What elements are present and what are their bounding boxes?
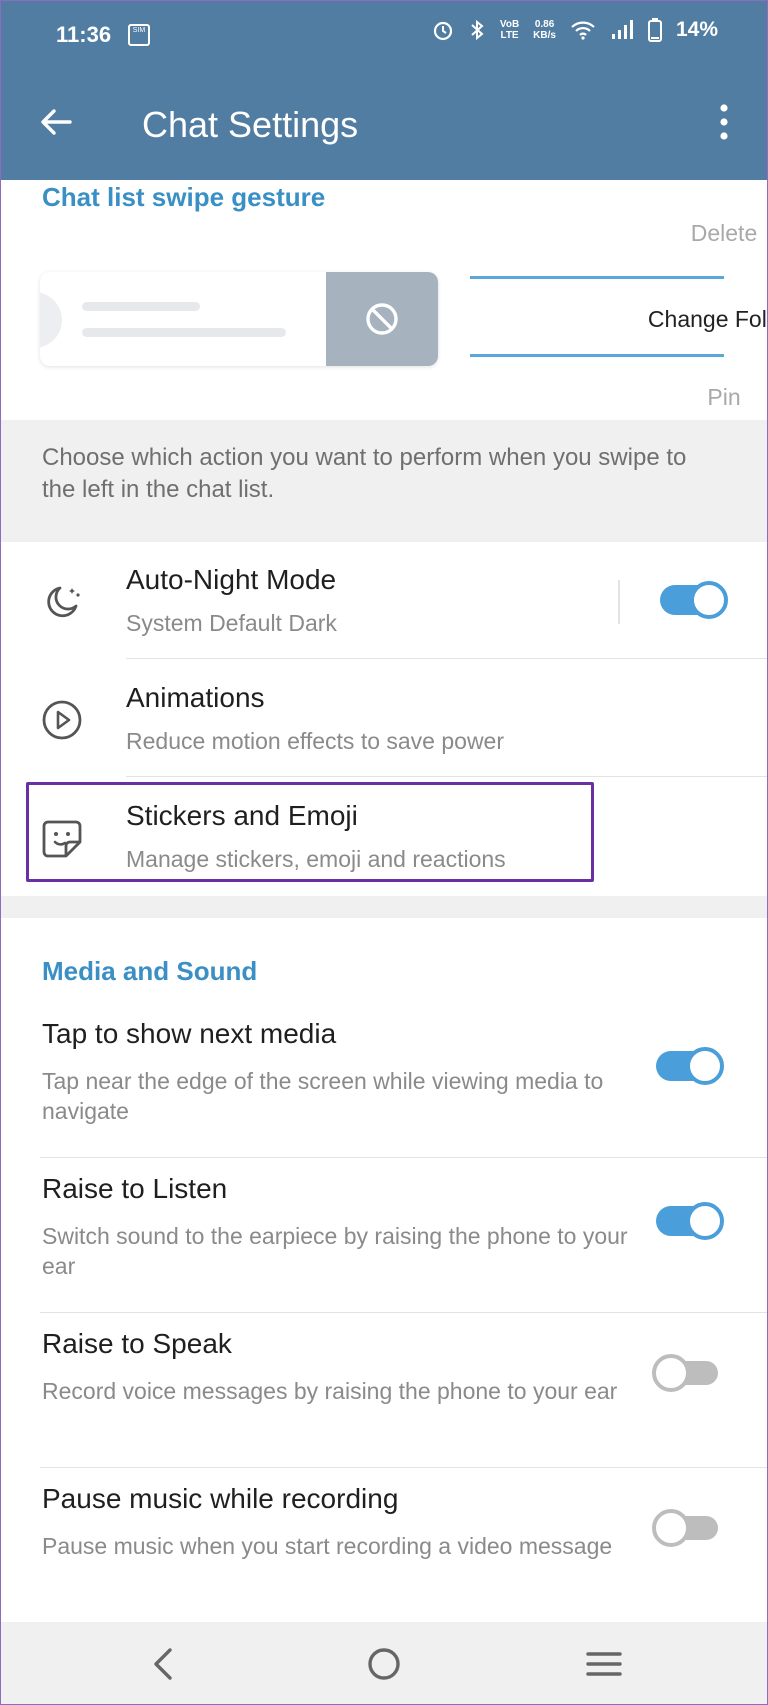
- section-header-media: Media and Sound: [42, 956, 258, 986]
- swipe-action-picker[interactable]: Delete Change Folder Pin: [470, 220, 768, 410]
- bluetooth-icon: [471, 19, 484, 41]
- battery-icon: [647, 18, 662, 42]
- battery-percent: 14%: [675, 18, 718, 41]
- block-icon: [366, 303, 398, 335]
- divider: [126, 658, 768, 659]
- toggle-knob: [686, 1047, 724, 1085]
- divider: [40, 1157, 768, 1158]
- divider: [126, 776, 768, 777]
- preview-line: [82, 302, 200, 311]
- nav-recents-icon[interactable]: [582, 1642, 626, 1686]
- highlight-annotation: [26, 782, 594, 882]
- row-title: Raise to Listen: [42, 1173, 228, 1204]
- net-speed: 0.86 KB/s: [533, 19, 556, 41]
- row-raise-to-listen[interactable]: Raise to Listen Switch sound to the earp…: [0, 1167, 768, 1321]
- play-circle-icon: [42, 700, 82, 740]
- raise-to-speak-toggle[interactable]: [652, 1354, 718, 1392]
- swipe-gesture-section: Chat list swipe gesture Delete Change Fo…: [0, 180, 768, 420]
- toggle-knob: [690, 581, 728, 619]
- alarm-icon: [433, 21, 453, 41]
- preview-line: [82, 328, 286, 337]
- row-pause-music[interactable]: Pause music while recording Pause music …: [0, 1477, 768, 1631]
- row-title: Animations: [126, 682, 265, 713]
- row-subtitle: Switch sound to the earpiece by raising …: [42, 1223, 628, 1279]
- volte-line1: VoB: [499, 19, 520, 30]
- back-arrow-icon[interactable]: [36, 102, 76, 142]
- nav-back-icon[interactable]: [142, 1642, 186, 1686]
- sim-icon: SIM: [128, 24, 150, 46]
- row-raise-to-speak[interactable]: Raise to Speak Record voice messages by …: [0, 1322, 768, 1476]
- row-title: Raise to Speak: [42, 1328, 232, 1359]
- divider: [40, 1467, 768, 1468]
- toggle-knob: [652, 1509, 690, 1547]
- pause-music-toggle[interactable]: [652, 1509, 718, 1547]
- row-title: Pause music while recording: [42, 1483, 399, 1514]
- picker-divider: [470, 276, 724, 279]
- nav-home-icon[interactable]: [362, 1642, 406, 1686]
- row-title: Auto-Night Mode: [126, 564, 337, 595]
- page-title: Chat Settings: [142, 104, 359, 145]
- row-subtitle: Pause music when you start recording a v…: [42, 1533, 613, 1559]
- media-sound-section: Media and Sound Tap to show next media T…: [0, 918, 768, 1622]
- raise-to-listen-toggle[interactable]: [656, 1202, 724, 1240]
- row-subtitle: Record voice messages by raising the pho…: [42, 1378, 618, 1404]
- system-nav-bar: [0, 1622, 768, 1705]
- preview-avatar: [40, 292, 62, 348]
- toggle-knob: [686, 1202, 724, 1240]
- row-animations[interactable]: Animations Reduce motion effects to save…: [0, 660, 768, 778]
- divider: [40, 1312, 768, 1313]
- row-subtitle: Tap near the edge of the screen while vi…: [42, 1068, 604, 1124]
- app-bar: Chat Settings: [0, 72, 768, 180]
- net-speed-value: 0.86: [534, 19, 555, 30]
- preview-swipe-action: [326, 272, 438, 366]
- swipe-description: Choose which action you want to perform …: [0, 420, 768, 542]
- picker-option-pin[interactable]: Pin: [597, 384, 768, 411]
- tap-next-media-toggle[interactable]: [656, 1047, 724, 1085]
- volte-indicator: VoB LTE: [500, 19, 519, 41]
- row-subtitle: System Default Dark: [126, 610, 337, 636]
- swipe-preview-card: [40, 272, 438, 366]
- row-auto-night-mode[interactable]: Auto-Night Mode System Default Dark: [0, 542, 768, 660]
- picker-divider: [470, 354, 724, 357]
- volte-line2: LTE: [500, 30, 519, 41]
- picker-option-delete[interactable]: Delete: [597, 220, 768, 247]
- wifi-icon: [571, 21, 595, 40]
- signal-icon: [611, 20, 633, 39]
- moon-icon: [47, 586, 80, 618]
- more-vert-icon[interactable]: [718, 102, 730, 142]
- section-gap: [0, 896, 768, 918]
- toggle-knob: [652, 1354, 690, 1392]
- status-bar: 11:36 SIM VoB LTE 0.86 KB/s 14%: [0, 0, 768, 72]
- status-time: 11:36: [56, 22, 112, 47]
- status-icons: VoB LTE 0.86 KB/s 14%: [432, 18, 718, 42]
- vertical-divider: [618, 580, 620, 624]
- section-header-swipe: Chat list swipe gesture: [42, 182, 326, 212]
- row-subtitle: Reduce motion effects to save power: [126, 728, 505, 754]
- auto-night-toggle[interactable]: [660, 581, 728, 619]
- picker-option-selected[interactable]: Change Folder: [597, 306, 768, 333]
- net-speed-unit: KB/s: [533, 30, 556, 41]
- row-tap-next-media[interactable]: Tap to show next media Tap near the edge…: [0, 1012, 768, 1166]
- row-title: Tap to show next media: [42, 1018, 337, 1049]
